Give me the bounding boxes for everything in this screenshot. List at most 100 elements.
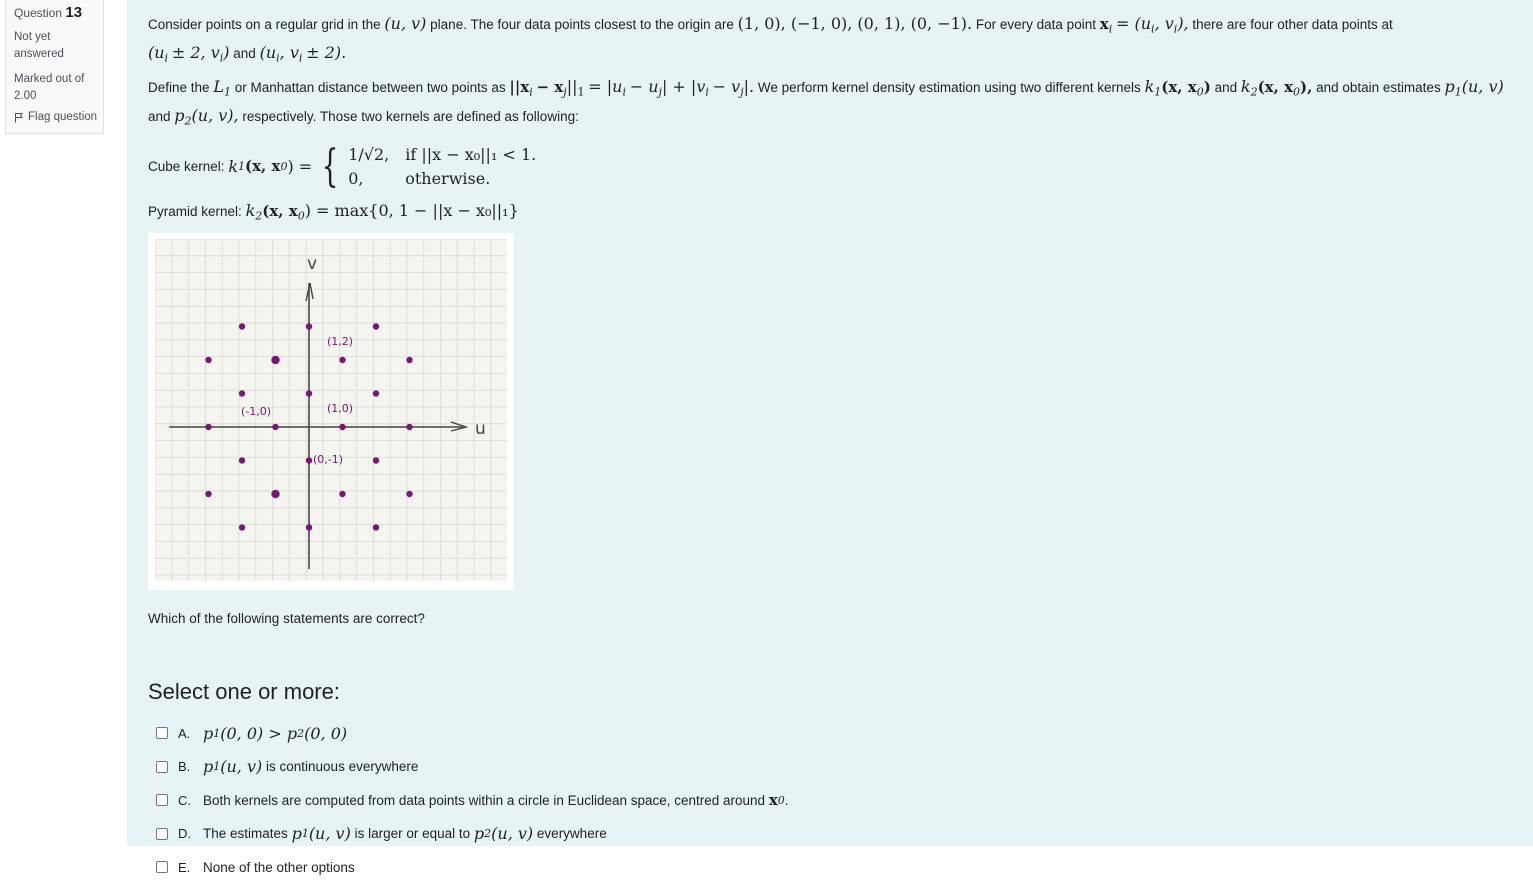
option-text: everywhere — [536, 826, 607, 842]
math: x — [1099, 15, 1109, 33]
math: k — [1144, 77, 1155, 97]
math: = |u — [588, 77, 623, 97]
option-letter: A. — [178, 725, 191, 741]
math: ) — [1203, 78, 1211, 97]
math: (u, v) — [308, 824, 351, 844]
math: x — [768, 790, 778, 809]
math-sub: i — [164, 51, 169, 65]
math-sub: 1 — [213, 726, 221, 740]
flag-icon — [15, 112, 23, 122]
point-label-0-neg1: (0,-1) — [313, 453, 343, 466]
math: − x — [536, 78, 564, 97]
math: (u — [259, 42, 277, 62]
text: respectively. Those two kernels are defi… — [242, 109, 579, 125]
data-point — [238, 524, 246, 532]
left-brace: { — [321, 140, 339, 192]
math: ), — [1177, 14, 1189, 33]
math-sub: 0 — [297, 209, 305, 223]
math-sub: 2 — [184, 114, 192, 128]
math: p — [203, 723, 214, 743]
point-label-neg1-0: (-1,0) — [241, 405, 271, 418]
math: (x, x — [1257, 78, 1294, 97]
flag-question-link[interactable]: Flag question — [14, 111, 103, 123]
option-e-checkbox[interactable] — [156, 861, 168, 874]
option-c[interactable]: C. Both kernels are computed from data p… — [148, 783, 1513, 817]
math: ) = max{0, 1 − ||x − x₀||₁} — [304, 200, 519, 220]
math: (u, v) — [384, 14, 427, 33]
option-d-checkbox[interactable] — [156, 827, 168, 840]
text: and obtain estimates — [1316, 80, 1441, 96]
math-sub: i — [622, 86, 626, 100]
math-sub: 0 — [1293, 86, 1301, 100]
case-condition: if ||x − x₀||₁ < 1. — [405, 144, 537, 164]
math: (u, v) — [491, 824, 534, 844]
data-point — [305, 524, 313, 532]
data-point — [372, 390, 380, 398]
data-point — [238, 457, 246, 465]
option-text: is larger or equal to — [354, 826, 471, 842]
math: − v — [712, 77, 741, 97]
option-a-checkbox[interactable] — [156, 727, 168, 740]
answer-options: A. p 1 (0, 0) > p 2 (0, 0) B. p 1 (u, v) is co… — [148, 716, 1513, 884]
math: (1, 0), (−1, 0), (0, 1), (0, −1). — [737, 14, 973, 33]
text: or Manhattan distance between two points… — [234, 80, 506, 96]
option-a[interactable]: A. p 1 (0, 0) > p 2 (0, 0) — [148, 716, 1513, 750]
option-b[interactable]: B. p 1 (u, v) is continuous everywhere — [148, 750, 1513, 784]
case-value: 1/√2, — [348, 144, 390, 164]
text: and — [1214, 80, 1238, 96]
point-label-1-0: (1,0) — [327, 402, 353, 415]
text: and — [233, 45, 256, 61]
math: || — [566, 77, 578, 97]
cube-kernel-label: Cube kernel: — [148, 159, 225, 175]
option-d[interactable]: D. The estimates p 1 (u, v) is larger or e… — [148, 817, 1513, 851]
option-text: . — [784, 792, 789, 808]
flag-question-label: Flag question — [28, 111, 98, 123]
option-b-checkbox[interactable] — [156, 760, 168, 773]
option-c-checkbox[interactable] — [156, 794, 168, 807]
cube-kernel-definition: Cube kernel: k 1 (x, x 0) = { 1/√2, if ||x … — [148, 143, 1513, 191]
math-sub: 1 — [301, 827, 309, 841]
math-sub: i — [529, 86, 533, 100]
data-point — [372, 323, 380, 331]
math: , v — [279, 42, 299, 62]
data-point — [406, 424, 413, 431]
math: (0, 0) — [304, 723, 348, 743]
math: k — [245, 200, 256, 220]
question-number: Question 13 — [14, 4, 103, 21]
math-sub: i — [298, 51, 303, 65]
text: plane. The four data points closest to t… — [430, 17, 734, 32]
point-label-1-2: (1,2) — [327, 335, 353, 348]
math-sub: 1 — [238, 160, 246, 174]
question-paragraph-1: Consider points on a regular grid in the… — [148, 12, 1513, 69]
math: ) — [223, 42, 230, 62]
math: (x, x — [262, 201, 298, 220]
math: (u — [148, 42, 165, 62]
marked-out-of-label: Marked out of — [14, 73, 85, 85]
math-sub: i — [705, 86, 709, 100]
data-point — [305, 390, 313, 398]
option-text: The estimates — [203, 826, 288, 842]
marked-out-of: Marked out of 2.00 — [14, 71, 103, 105]
data-point — [272, 424, 279, 431]
data-point — [339, 424, 346, 431]
text: Consider points on a regular grid in the — [148, 17, 381, 32]
data-point — [205, 357, 212, 364]
data-point — [339, 357, 346, 364]
question-content: Consider points on a regular grid in the… — [127, 0, 1533, 875]
option-letter: C. — [178, 792, 191, 808]
math: = (u — [1115, 14, 1152, 33]
data-point — [238, 390, 246, 398]
data-point — [305, 323, 313, 331]
option-e[interactable]: E. None of the other options — [148, 850, 1513, 884]
math-sub: 1 — [577, 86, 585, 100]
math: ), — [1300, 78, 1313, 97]
text: there are four other data points at — [1192, 17, 1393, 32]
grid-sketch-image: v u (1,2) (1,0) (-1,0) (0,-1) — [148, 233, 514, 591]
math-sub: 0 — [777, 793, 785, 807]
math: , v — [1154, 14, 1174, 33]
math: (u, v), — [191, 106, 239, 126]
grid-sketch-svg: v u (1,2) (1,0) (-1,0) (0,-1) — [155, 239, 507, 582]
pyramid-kernel-label: Pyramid kernel: — [148, 203, 242, 219]
math-sub: 0 — [280, 160, 288, 174]
math: p — [174, 106, 185, 126]
